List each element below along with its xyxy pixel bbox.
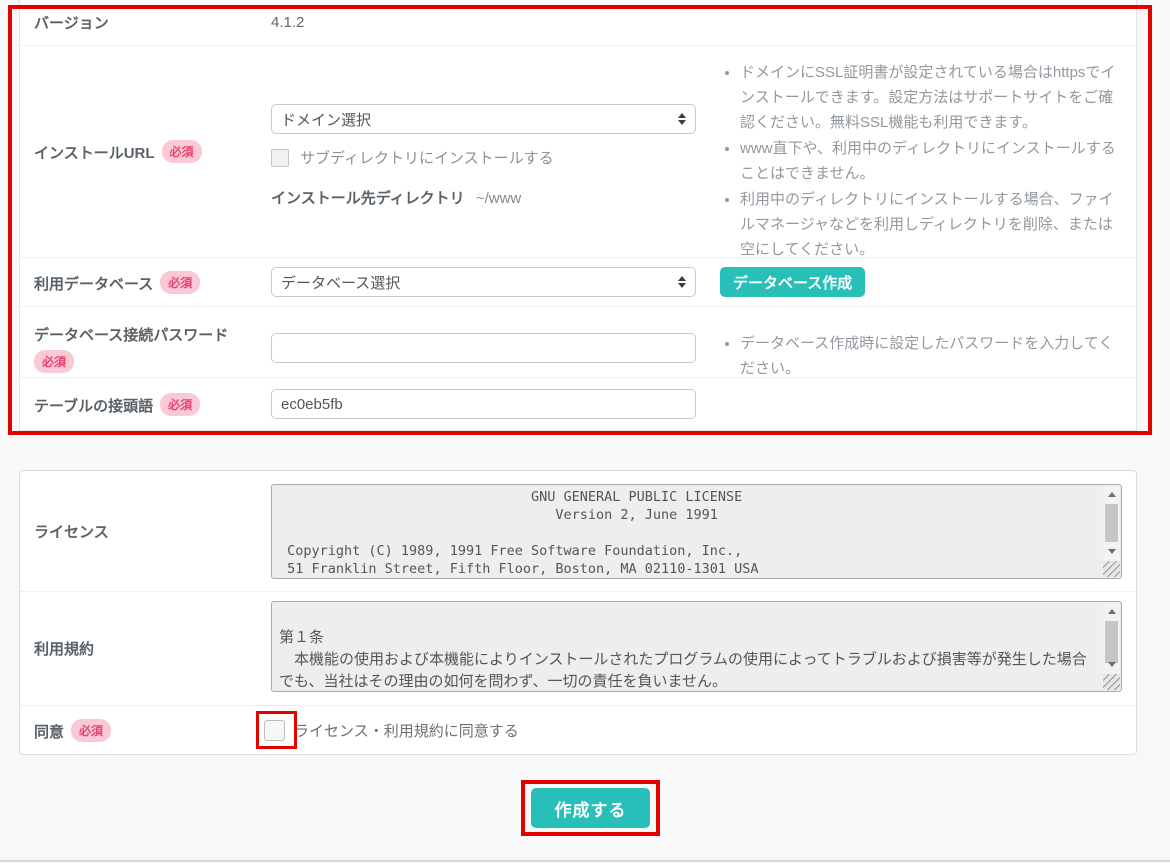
database-select[interactable]: データベース選択 [271, 267, 696, 297]
license-textarea[interactable]: GNU GENERAL PUBLIC LICENSE Version 2, Ju… [271, 484, 1122, 579]
install-settings-panel: バージョン 4.1.2 インストールURL 必須 ドメイン選択 サブディレクトリに… [19, 0, 1137, 431]
install-dir-value: ~/www [476, 190, 521, 207]
agree-checkbox[interactable] [264, 720, 285, 741]
db-password-label: データベース接続パスワード [34, 327, 228, 344]
database-row: 利用データベース必須 データベース選択 データベース作成 [20, 258, 1136, 307]
install-dir-label: インストール先ディレクトリ [271, 190, 465, 207]
note-item: ドメインにSSL証明書が設定されている場合はhttpsでインストールできます。設… [740, 60, 1122, 135]
create-database-button[interactable]: データベース作成 [720, 267, 865, 297]
required-badge: 必須 [160, 271, 200, 294]
db-password-notes: データベース作成時に設定したパスワードを入力してください。 [721, 331, 1122, 381]
install-url-notes: ドメインにSSL証明書が設定されている場合はhttpsでインストールできます。設… [721, 60, 1122, 262]
agree-checkbox-label: ライセンス・利用規約に同意する [294, 720, 519, 741]
domain-select[interactable]: ドメイン選択 [271, 104, 696, 134]
scroll-down-icon[interactable] [1103, 657, 1120, 672]
db-password-row: データベース接続パスワード 必須 データベース作成時に設定したパスワードを入力し… [20, 307, 1136, 378]
bottom-divider [0, 860, 1170, 862]
database-select-value: データベース選択 [281, 272, 400, 293]
terms-textarea[interactable]: 第１条 本機能の使用および本機能によりインストールされたプログラムの使用によって… [271, 601, 1122, 692]
terms-text: 第１条 本機能の使用および本機能によりインストールされたプログラムの使用によって… [272, 602, 1121, 691]
license-row: ライセンス GNU GENERAL PUBLIC LICENSE Version… [20, 471, 1136, 592]
select-updown-icon [678, 113, 686, 125]
scrollbar[interactable] [1103, 603, 1120, 690]
subdirectory-checkbox-label: サブディレクトリにインストールする [300, 147, 554, 168]
required-badge: 必須 [162, 140, 202, 163]
table-prefix-row: テーブルの接頭語必須 [20, 378, 1136, 430]
scroll-up-icon[interactable] [1103, 487, 1120, 502]
db-password-input[interactable] [271, 333, 696, 363]
version-label: バージョン [34, 15, 109, 32]
required-badge: 必須 [34, 350, 74, 373]
terms-label: 利用規約 [34, 641, 94, 658]
agree-row: 同意必須 ライセンス・利用規約に同意する [20, 706, 1136, 754]
note-item: www直下や、利用中のディレクトリにインストールすることはできません。 [740, 136, 1122, 186]
install-url-label: インストールURL [34, 145, 155, 162]
required-badge: 必須 [71, 719, 111, 742]
version-row: バージョン 4.1.2 [20, 0, 1136, 46]
scrollbar[interactable] [1103, 486, 1120, 577]
scroll-down-icon[interactable] [1103, 544, 1120, 559]
note-item: データベース作成時に設定したパスワードを入力してください。 [740, 331, 1122, 381]
version-value: 4.1.2 [271, 14, 304, 31]
domain-select-value: ドメイン選択 [281, 109, 371, 130]
resize-grip-icon[interactable] [1103, 561, 1120, 577]
select-updown-icon [678, 276, 686, 288]
install-url-row: インストールURL 必須 ドメイン選択 サブディレクトリにインストールする インス… [20, 46, 1136, 258]
license-terms-panel: ライセンス GNU GENERAL PUBLIC LICENSE Version… [19, 470, 1137, 755]
subdirectory-checkbox[interactable] [271, 149, 289, 167]
terms-row: 利用規約 第１条 本機能の使用および本機能によりインストールされたプログラムの使… [20, 592, 1136, 706]
required-badge: 必須 [160, 393, 200, 416]
create-button[interactable]: 作成する [531, 788, 650, 828]
scrollbar-thumb[interactable] [1105, 504, 1118, 542]
license-text: GNU GENERAL PUBLIC LICENSE Version 2, Ju… [272, 485, 1121, 578]
agree-label: 同意 [34, 724, 64, 741]
scroll-up-icon[interactable] [1103, 604, 1120, 619]
database-label: 利用データベース [34, 276, 153, 293]
table-prefix-input[interactable] [271, 389, 696, 419]
note-item: 利用中のディレクトリにインストールする場合、ファイルマネージャなどを利用しディレ… [740, 187, 1122, 262]
license-label: ライセンス [34, 524, 109, 541]
resize-grip-icon[interactable] [1103, 674, 1120, 690]
table-prefix-label: テーブルの接頭語 [34, 398, 153, 415]
